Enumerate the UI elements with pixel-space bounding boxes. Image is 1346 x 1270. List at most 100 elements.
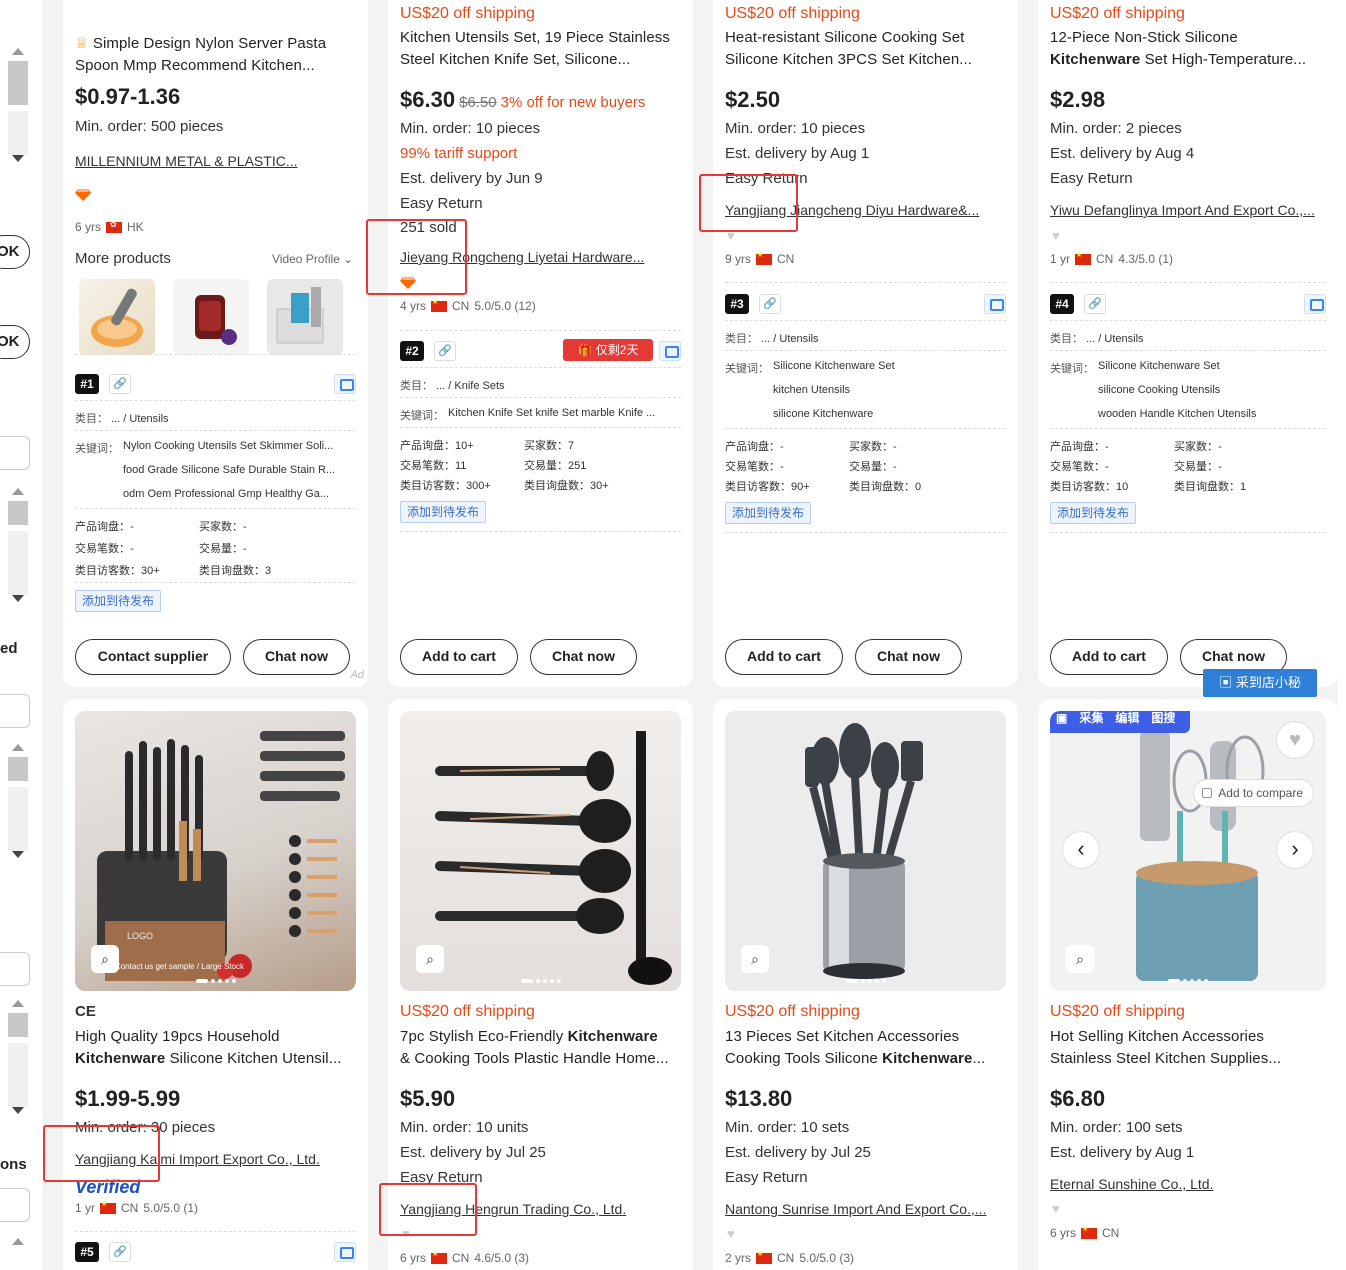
shipping-promo: US$20 off shipping <box>725 5 860 22</box>
link-icon[interactable]: 🔗 <box>1084 294 1106 314</box>
chat-icon[interactable] <box>1304 294 1326 314</box>
min-order: Min. order: 10 units <box>400 1119 529 1136</box>
edit-button[interactable]: 编辑 <box>1115 711 1139 733</box>
cn-flag-icon <box>431 298 448 312</box>
link-icon[interactable]: 🔗 <box>109 1242 131 1262</box>
supplier-link[interactable]: MILLENNIUM METAL & PLASTIC... <box>75 153 356 169</box>
add-to-publish-button[interactable]: 添加到待发布 <box>1050 502 1137 524</box>
sidebar-scrollbar-5[interactable] <box>8 1238 28 1245</box>
product-image[interactable]: LOGO Contact us get sample / Large Stock… <box>75 711 356 991</box>
product-card-1[interactable]: ♕ Simple Design Nylon Server Pasta Spoon… <box>63 0 368 687</box>
product-card-2[interactable]: US$20 off shipping Kitchen Utensils Set,… <box>388 0 693 687</box>
supplier-link[interactable]: Yangjiang Hengrun Trading Co., Ltd. <box>400 1201 681 1217</box>
more-product-thumb-2[interactable] <box>173 279 249 355</box>
product-title[interactable]: Hot Selling Kitchen Accessories Stainles… <box>1050 1026 1326 1070</box>
product-title[interactable]: 13 Pieces Set Kitchen Accessories Cookin… <box>725 1026 1006 1070</box>
shipping-promo: US$20 off shipping <box>1050 1003 1185 1020</box>
sidebar-scrollbar-4[interactable] <box>8 1000 28 1114</box>
product-card-7[interactable]: ⌕ US$20 off shipping 13 Pieces Set Kitch… <box>713 699 1018 1270</box>
product-title[interactable]: Heat-resistant Silicone Cooking Set Sili… <box>725 27 1006 71</box>
favorite-heart-icon[interactable]: ♥ <box>727 228 735 243</box>
product-card-4[interactable]: US$20 off shipping 12-Piece Non-Stick Si… <box>1038 0 1338 687</box>
image-search-icon[interactable]: ⌕ <box>91 945 119 973</box>
ok-button-1[interactable]: OK <box>0 235 30 269</box>
product-image[interactable]: ⌕ <box>725 711 1006 991</box>
add-to-cart-button[interactable]: Add to cart <box>1050 639 1168 675</box>
est-delivery: Est. delivery by Aug 4 <box>1050 145 1195 162</box>
est-delivery: Est. delivery by Aug 1 <box>1050 1144 1195 1161</box>
supplier-link[interactable]: Yangjiang Kaimi Import Export Co., Ltd. <box>75 1151 356 1167</box>
product-title[interactable]: 12-Piece Non-Stick Silicone Kitchenware … <box>1050 27 1326 71</box>
carousel-dots[interactable] <box>1168 979 1208 983</box>
favorite-heart-icon[interactable]: ♥ <box>402 1226 410 1241</box>
link-icon[interactable]: 🔗 <box>434 341 456 361</box>
chat-now-button[interactable]: Chat now <box>243 639 350 675</box>
add-to-compare-button[interactable]: Add to compare <box>1193 779 1314 807</box>
favorite-heart-icon[interactable]: ♥ <box>727 1226 735 1241</box>
more-product-thumb-1[interactable] <box>79 279 155 355</box>
ok-button-2[interactable]: OK <box>0 325 30 359</box>
favorite-heart-icon[interactable]: ♥ <box>1276 721 1314 759</box>
diamond-icon <box>75 189 91 201</box>
sidebar-scrollbar-1[interactable] <box>8 48 28 162</box>
supplier-link[interactable]: Jieyang Rongcheng Liyetai Hardware... <box>400 249 681 265</box>
image-search-button[interactable]: 图搜 <box>1151 711 1175 733</box>
product-image[interactable]: ⌕ <box>400 711 681 991</box>
collect-button[interactable]: 采集 <box>1079 711 1103 733</box>
favorite-heart-icon-small[interactable]: ♥ <box>1052 1201 1060 1216</box>
add-to-publish-button[interactable]: 添加到待发布 <box>400 501 487 523</box>
supplier-link[interactable]: Yiwu Defanglinya Import And Export Co.,.… <box>1050 202 1326 218</box>
carousel-dots[interactable] <box>845 979 886 983</box>
filter-sidebar: OK OK ed ons <box>0 0 44 1270</box>
filter-input-1[interactable] <box>0 436 30 470</box>
favorite-heart-icon[interactable]: ♥ <box>1052 228 1060 243</box>
cn-flag-icon <box>756 251 773 265</box>
product-card-6[interactable]: ⌕ US$20 off shipping 7pc Stylish Eco-Fri… <box>388 699 693 1270</box>
product-card-8[interactable]: ▣ 采集 编辑 图搜 ♥ Add to compare ‹ › ⌕ US$20 … <box>1038 699 1338 1270</box>
link-icon[interactable]: 🔗 <box>109 374 131 394</box>
chat-icon[interactable] <box>334 374 356 394</box>
filter-input-2[interactable] <box>0 694 30 728</box>
sidebar-scrollbar-3[interactable] <box>8 744 28 858</box>
carousel-dots[interactable] <box>520 979 561 983</box>
product-card-3[interactable]: US$20 off shipping Heat-resistant Silico… <box>713 0 1018 687</box>
more-product-thumb-3[interactable] <box>267 279 343 355</box>
chat-icon[interactable] <box>984 294 1006 314</box>
product-title[interactable]: ♕ Simple Design Nylon Server Pasta Spoon… <box>75 33 356 77</box>
supplier-link[interactable]: Eternal Sunshine Co., Ltd. <box>1050 1176 1326 1192</box>
min-order: Min. order: 10 sets <box>725 1119 850 1136</box>
link-icon[interactable]: 🔗 <box>759 294 781 314</box>
product-image[interactable]: ▣ 采集 编辑 图搜 ♥ Add to compare ‹ › ⌕ <box>1050 711 1326 991</box>
chat-now-button[interactable]: Chat now <box>530 639 637 675</box>
product-card-5[interactable]: LOGO Contact us get sample / Large Stock… <box>63 699 368 1270</box>
contact-supplier-button[interactable]: Contact supplier <box>75 639 231 675</box>
rank-row: #2 🔗 🎁 仅剩2天 <box>400 339 681 363</box>
filter-input-3[interactable] <box>0 952 30 986</box>
carousel-prev-icon[interactable]: ‹ <box>1062 831 1100 869</box>
image-search-icon[interactable]: ⌕ <box>1066 945 1094 973</box>
easy-return: Easy Return <box>1050 170 1133 187</box>
image-search-icon[interactable]: ⌕ <box>741 945 769 973</box>
sidebar-scrollbar-2[interactable] <box>8 488 28 602</box>
chat-now-button[interactable]: Chat now <box>855 639 962 675</box>
add-to-cart-button[interactable]: Add to cart <box>725 639 843 675</box>
easy-return: Easy Return <box>725 170 808 187</box>
product-title[interactable]: High Quality 19pcs Household Kitchenware… <box>75 1026 356 1070</box>
chat-icon[interactable] <box>659 341 681 361</box>
filter-input-4[interactable] <box>0 1188 30 1222</box>
video-profile-link[interactable]: Video Profile ⌄ <box>272 252 353 266</box>
rank-badge: #5 <box>75 1242 99 1262</box>
more-products-label: More products <box>75 250 171 267</box>
assistant-collect-button[interactable]: ▣ 采到店小秘 <box>1203 669 1317 697</box>
add-to-publish-button[interactable]: 添加到待发布 <box>75 590 162 612</box>
add-to-publish-button[interactable]: 添加到待发布 <box>725 502 812 524</box>
product-title[interactable]: Kitchen Utensils Set, 19 Piece Stainless… <box>400 27 681 71</box>
add-to-cart-button[interactable]: Add to cart <box>400 639 518 675</box>
chat-icon[interactable] <box>334 1242 356 1262</box>
carousel-next-icon[interactable]: › <box>1276 831 1314 869</box>
supplier-link[interactable]: Yangjiang Jiangcheng Diyu Hardware&... <box>725 202 1006 218</box>
product-title[interactable]: 7pc Stylish Eco-Friendly Kitchenware & C… <box>400 1026 681 1070</box>
carousel-dots[interactable] <box>195 979 236 983</box>
image-search-icon[interactable]: ⌕ <box>416 945 444 973</box>
supplier-link[interactable]: Nantong Sunrise Import And Export Co.,..… <box>725 1201 1006 1217</box>
